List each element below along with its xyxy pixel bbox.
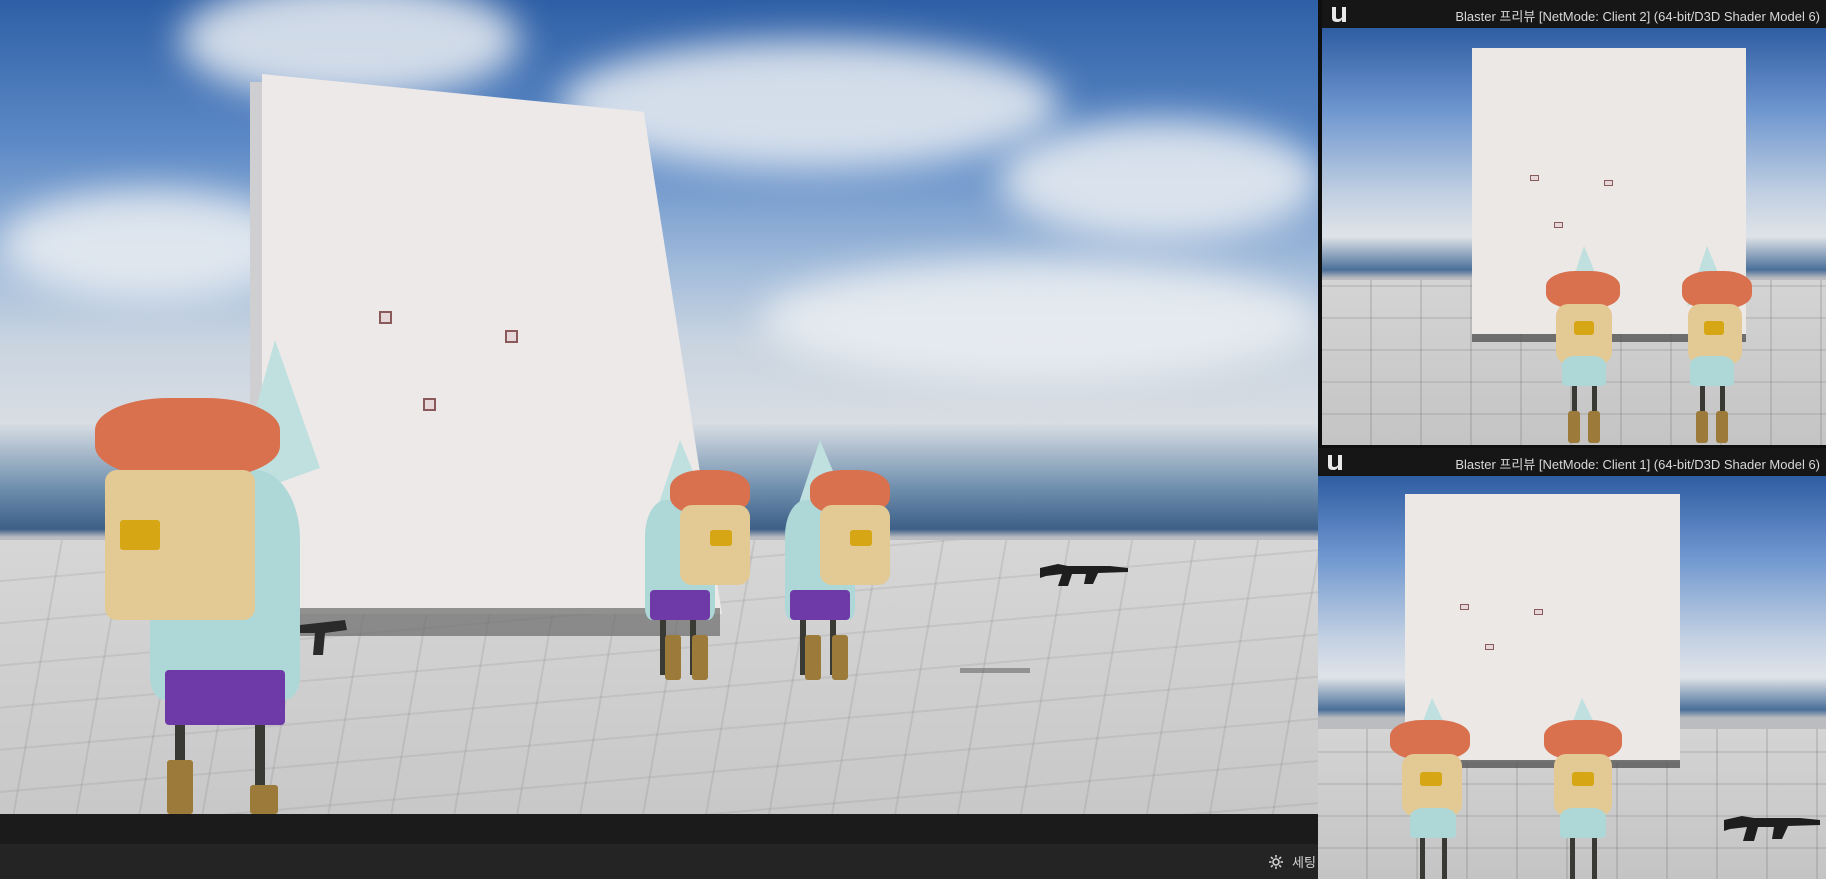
character-boot xyxy=(167,760,193,814)
character-shorts xyxy=(165,670,285,725)
character-leg xyxy=(1420,838,1425,879)
character-boot xyxy=(1588,411,1600,443)
gear-icon xyxy=(1269,854,1283,869)
backpack-buckle xyxy=(1420,772,1442,786)
bullet-hole-decal xyxy=(1460,604,1469,610)
character-boot xyxy=(1696,411,1708,443)
bullet-hole-decal xyxy=(1554,222,1563,228)
character-boot xyxy=(692,635,708,680)
character-leg xyxy=(1592,838,1597,879)
other-character[interactable] xyxy=(1672,246,1752,445)
character-boot xyxy=(250,785,278,814)
pie-window-title: Blaster 프리뷰 [NetMode: Client 1] (64-bit/… xyxy=(1455,457,1820,472)
bullet-hole-decal xyxy=(423,398,436,411)
character-shorts xyxy=(790,590,850,620)
main-level-viewport[interactable] xyxy=(0,0,1318,814)
backpack-buckle xyxy=(710,530,732,546)
character-boot xyxy=(665,635,681,680)
bullet-hole-decal xyxy=(1604,180,1613,186)
cloud xyxy=(760,260,1318,380)
rifle-pickup[interactable] xyxy=(1722,806,1822,846)
other-character[interactable] xyxy=(1390,698,1480,879)
bullet-hole-decal xyxy=(1485,644,1494,650)
pie-viewport[interactable] xyxy=(1322,28,1826,445)
unreal-logo-icon xyxy=(1328,455,1342,470)
settings-label: 세팅 xyxy=(1292,855,1316,870)
character-body xyxy=(1410,808,1456,838)
character-shorts xyxy=(650,590,710,620)
bullet-hole-decal xyxy=(1530,175,1539,181)
other-character[interactable] xyxy=(1540,698,1630,879)
cloud xyxy=(1000,120,1318,240)
character-body xyxy=(1560,808,1606,838)
character-body xyxy=(1562,356,1606,386)
pie-window-title: Blaster 프리뷰 [NetMode: Client 2] (64-bit/… xyxy=(1455,9,1820,24)
character-bedroll xyxy=(95,398,280,478)
backpack-buckle xyxy=(1704,321,1724,335)
character-leg xyxy=(1570,838,1575,879)
player-character[interactable] xyxy=(90,340,360,814)
backpack-buckle xyxy=(850,530,872,546)
character-boot xyxy=(1568,411,1580,443)
viewport-status-bar xyxy=(0,814,1320,844)
character-leg xyxy=(1442,838,1447,879)
editor-root: 세팅 Blaster 프리뷰 [NetMode: Client 2] (64-b… xyxy=(0,0,1826,879)
character-body xyxy=(1690,356,1734,386)
rifle-pickup[interactable] xyxy=(1038,556,1130,592)
bullet-hole-decal xyxy=(1534,609,1543,615)
bullet-hole-decal xyxy=(379,311,392,324)
unreal-logo-icon xyxy=(1332,7,1346,22)
pistol-icon xyxy=(300,620,347,655)
backpack-buckle xyxy=(120,520,160,550)
character-boot xyxy=(1716,411,1728,443)
settings-button[interactable]: 세팅 xyxy=(1268,852,1316,871)
pie-title-bar[interactable]: Blaster 프리뷰 [NetMode: Client 1] (64-bit/… xyxy=(1318,448,1826,476)
pie-window-client-1[interactable]: Blaster 프리뷰 [NetMode: Client 1] (64-bit/… xyxy=(1318,448,1826,879)
bullet-hole-decal xyxy=(505,330,518,343)
pie-title-bar[interactable]: Blaster 프리뷰 [NetMode: Client 2] (64-bit/… xyxy=(1322,0,1826,28)
character-boot xyxy=(805,635,821,680)
pie-window-client-2[interactable]: Blaster 프리뷰 [NetMode: Client 2] (64-bit/… xyxy=(1322,0,1826,445)
rifle-shadow xyxy=(960,668,1030,673)
editor-bottom-toolbar xyxy=(0,844,1320,879)
other-character[interactable] xyxy=(1544,246,1624,445)
other-character[interactable] xyxy=(770,440,900,685)
backpack-buckle xyxy=(1574,321,1594,335)
backpack-buckle xyxy=(1572,772,1594,786)
pie-viewport[interactable] xyxy=(1318,476,1826,879)
other-character[interactable] xyxy=(630,440,760,685)
character-boot xyxy=(832,635,848,680)
